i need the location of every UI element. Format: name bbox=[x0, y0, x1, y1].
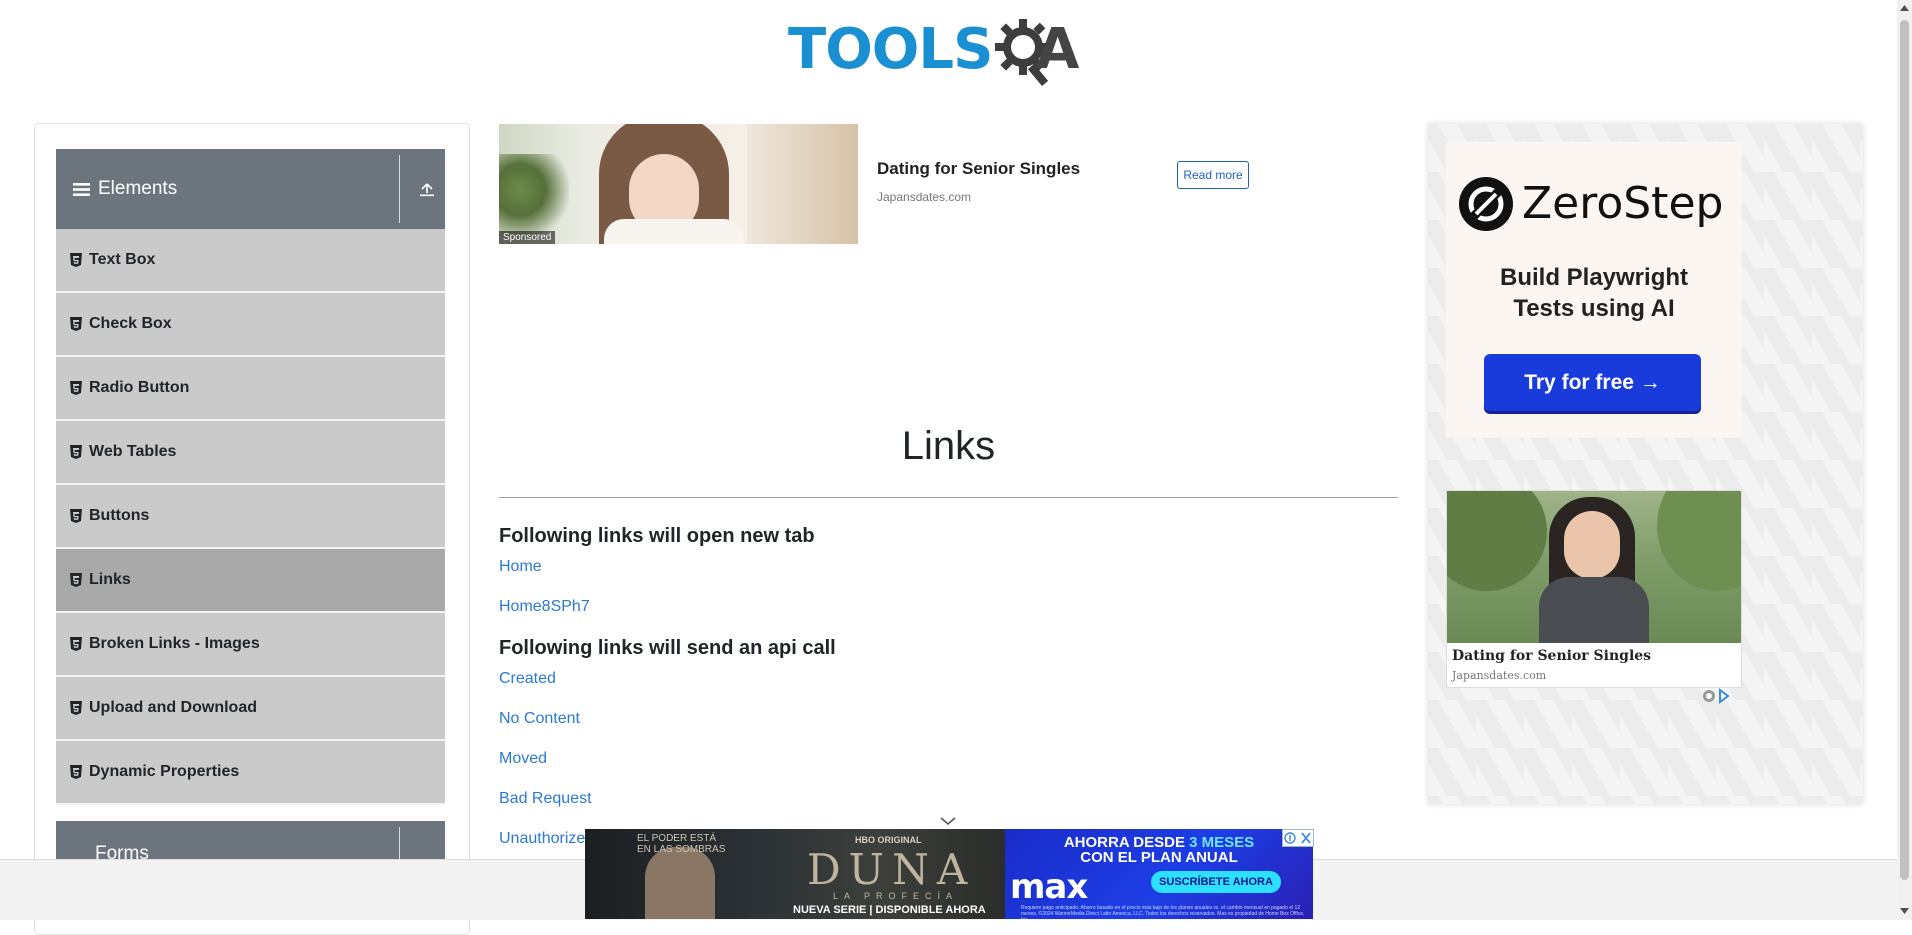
html5-icon bbox=[70, 573, 82, 587]
logo-text-a: A bbox=[1036, 17, 1080, 82]
try-for-free-button[interactable]: Try for free → bbox=[1484, 354, 1701, 411]
banner-small-line1: EL PODER ESTÁ bbox=[637, 833, 717, 844]
sidebar-item-label: Check Box bbox=[89, 315, 172, 332]
html5-icon bbox=[70, 381, 82, 395]
html5-icon bbox=[70, 509, 82, 523]
link-unauthorized[interactable]: Unauthorized bbox=[499, 830, 594, 848]
zerostep-logo-icon bbox=[1459, 177, 1513, 231]
banner-fine-print: Requiere pago anticipado. Ahorro basado … bbox=[1021, 905, 1305, 919]
sponsored-badge: Sponsored bbox=[499, 231, 556, 244]
html5-icon bbox=[70, 701, 82, 715]
zerostep-tagline-line1: Build Playwright bbox=[1499, 264, 1688, 291]
banner-tagline: NUEVA SERIE | DISPONIBLE AHORA bbox=[793, 904, 986, 916]
sidebar-group-label: Elements bbox=[98, 178, 178, 199]
sidebar-group-elements[interactable]: Elements bbox=[56, 149, 445, 229]
sidebar-item-radio-button[interactable]: Radio Button bbox=[56, 357, 445, 421]
zerostep-mark-icon bbox=[1468, 186, 1504, 222]
zerostep-brand: ZeroStep bbox=[1522, 178, 1724, 229]
zerostep-tagline-line2: Tests using AI bbox=[1513, 295, 1675, 322]
link-moved[interactable]: Moved bbox=[499, 750, 547, 768]
title-divider bbox=[499, 497, 1398, 498]
sidebar-group-divider bbox=[399, 155, 400, 223]
link-created[interactable]: Created bbox=[499, 670, 556, 688]
toolsqa-logo[interactable]: TOOLS A bbox=[788, 14, 1112, 92]
link-home-dynamic[interactable]: Home8SPh7 bbox=[499, 598, 590, 616]
ad-tree bbox=[1657, 491, 1741, 591]
banner-promo-line2: CON EL PLAN ANUAL bbox=[1080, 849, 1238, 866]
scroll-down-icon[interactable] bbox=[1899, 906, 1910, 916]
sidebar-item-label: Web Tables bbox=[89, 443, 177, 460]
sidebar-item-upload-and-download[interactable]: Upload and Download bbox=[56, 677, 445, 741]
banner-promo-text: AHORRA DESDE 3 MESES CON EL PLAN ANUAL bbox=[1005, 835, 1313, 865]
ad-domain[interactable]: Japansdates.com bbox=[877, 190, 971, 204]
html5-icon bbox=[70, 637, 82, 651]
dating-ad-domain[interactable]: Japansdates.com bbox=[1452, 669, 1546, 682]
html5-icon bbox=[70, 317, 82, 331]
section-heading-api: Following links will send an api call bbox=[499, 637, 836, 659]
ad-title[interactable]: Dating for Senior Singles bbox=[877, 159, 1080, 179]
zerostep-tagline: Build Playwright Tests using AI bbox=[1446, 262, 1742, 324]
upload-icon bbox=[420, 183, 434, 197]
sidebar-item-links[interactable]: Links bbox=[56, 549, 445, 613]
banner-show-title: DUNA bbox=[807, 845, 976, 894]
sidebar-item-buttons[interactable]: Buttons bbox=[56, 485, 445, 549]
banner-network: HBO ORIGINAL bbox=[855, 835, 922, 845]
sidebar-item-dynamic-properties[interactable]: Dynamic Properties bbox=[56, 741, 445, 805]
sidebar-item-broken-links-images[interactable]: Broken Links - Images bbox=[56, 613, 445, 677]
link-home[interactable]: Home bbox=[499, 558, 542, 576]
html5-icon bbox=[70, 765, 82, 779]
dating-ad-card[interactable]: Dating for Senior Singles Japansdates.co… bbox=[1446, 490, 1742, 688]
sidebar-item-label: Buttons bbox=[89, 507, 150, 524]
ad-close-icon[interactable] bbox=[1282, 829, 1314, 847]
logo-text-tools: TOOLS bbox=[788, 17, 993, 82]
sidebar-item-label: Text Box bbox=[89, 251, 156, 268]
max-dune-banner-ad[interactable]: EL PODER ESTÁ EN LAS SOMBRAS HBO ORIGINA… bbox=[585, 829, 1313, 919]
adchoices-icon[interactable] bbox=[1702, 688, 1730, 704]
banner-character bbox=[645, 847, 715, 919]
sidebar-item-label: Upload and Download bbox=[89, 699, 257, 716]
ad-tree bbox=[1447, 491, 1547, 591]
section-heading-new-tab: Following links will open new tab bbox=[499, 525, 815, 547]
sidebar-item-label: Links bbox=[89, 571, 131, 588]
sidebar-item-label: Broken Links - Images bbox=[89, 635, 260, 652]
link-bad-request[interactable]: Bad Request bbox=[499, 790, 592, 808]
ad-image[interactable]: Sponsored bbox=[499, 124, 858, 244]
dating-ad-image bbox=[1447, 491, 1741, 643]
link-no-content[interactable]: No Content bbox=[499, 710, 580, 728]
sidebar-item-web-tables[interactable]: Web Tables bbox=[56, 421, 445, 485]
banner-small-line2: EN LAS SOMBRAS bbox=[637, 844, 726, 855]
scroll-up-icon[interactable] bbox=[1899, 3, 1910, 13]
hamburger-icon bbox=[73, 182, 90, 196]
dating-ad-title[interactable]: Dating for Senior Singles bbox=[1452, 648, 1651, 664]
page-title: Links bbox=[901, 424, 996, 468]
subscribe-button[interactable]: SUSCRÍBETE AHORA bbox=[1151, 871, 1281, 893]
sidebar-item-label: Radio Button bbox=[89, 379, 190, 396]
chevron-down-icon[interactable] bbox=[939, 815, 957, 827]
banner-subtitle: LA PROFECÍA bbox=[833, 891, 959, 901]
read-more-button[interactable]: Read more bbox=[1177, 161, 1249, 189]
ad-person-body bbox=[1539, 577, 1649, 643]
html5-icon bbox=[70, 445, 82, 459]
scrollbar-thumb[interactable] bbox=[1900, 20, 1909, 880]
ad-image-window bbox=[747, 124, 858, 244]
ad-image-body bbox=[604, 219, 744, 244]
sidebar-group-header: Elements bbox=[73, 149, 177, 229]
banner-small-text: EL PODER ESTÁ EN LAS SOMBRAS bbox=[637, 833, 725, 855]
sidebar-item-check-box[interactable]: Check Box bbox=[56, 293, 445, 357]
ad-person-face bbox=[1564, 511, 1620, 579]
sidebar-item-label: Dynamic Properties bbox=[89, 763, 240, 780]
html5-icon bbox=[70, 253, 82, 267]
sidebar-group-toggle[interactable] bbox=[412, 149, 442, 229]
sidebar-item-text-box[interactable]: Text Box bbox=[56, 229, 445, 293]
max-logo: max bbox=[1010, 867, 1088, 907]
